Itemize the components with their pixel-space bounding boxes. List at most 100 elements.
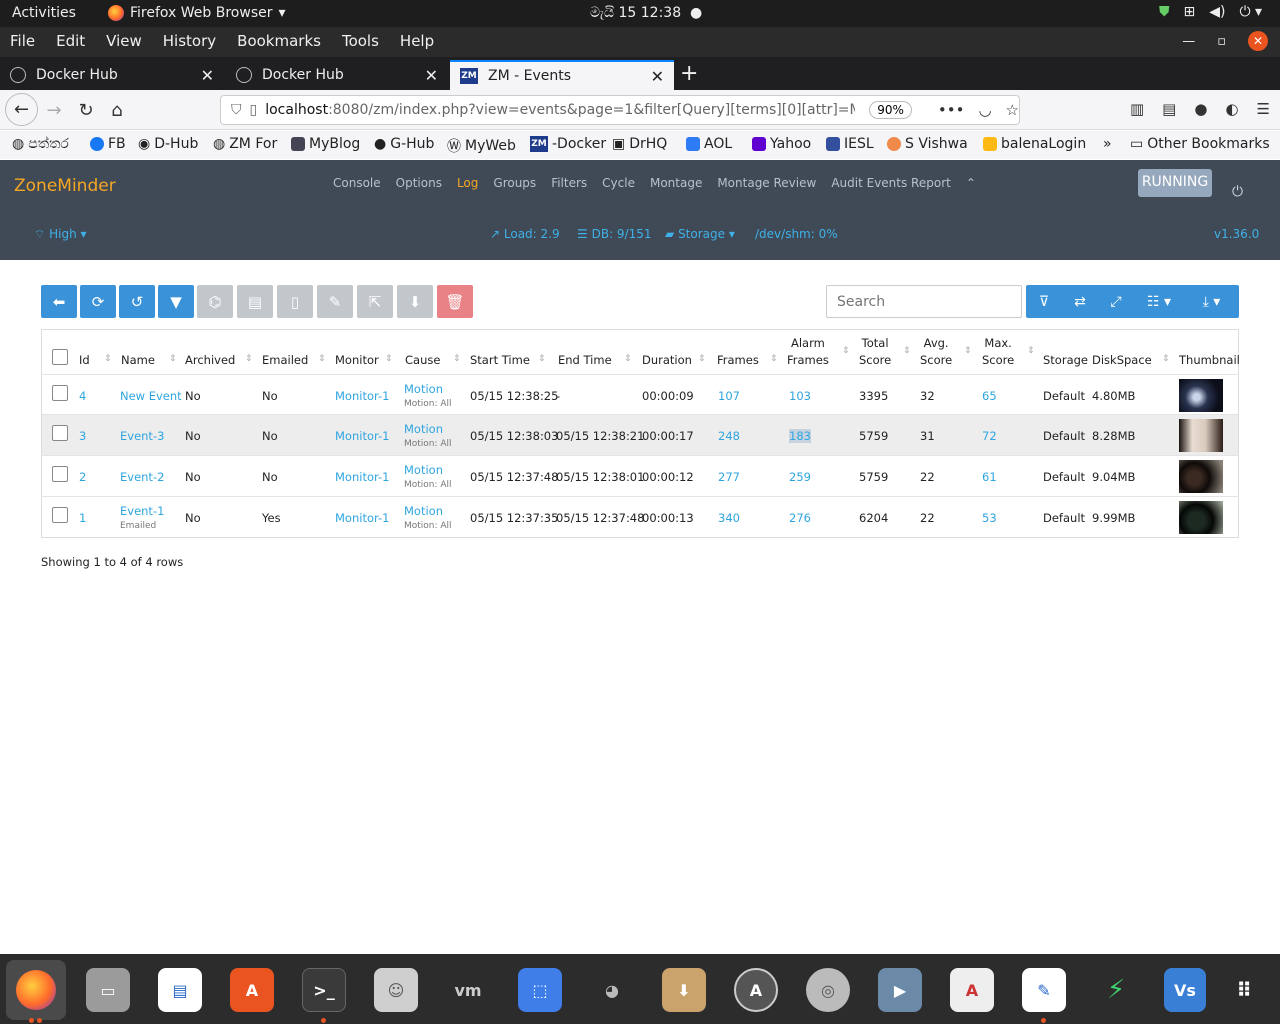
row-checkbox[interactable] [52, 466, 68, 482]
sidebar-icon[interactable]: ▤ [1162, 100, 1176, 118]
close-tab-icon[interactable]: ✕ [201, 66, 214, 85]
col-monitor[interactable]: Monitor [335, 352, 379, 369]
table-row[interactable]: 1 Event-1 Emailed No Yes Monitor-1 Motion… [42, 496, 1238, 537]
bookmark-item[interactable]: ▭ Other Bookmarks [1130, 136, 1270, 152]
zm-brand[interactable]: ZoneMinder [14, 176, 116, 196]
bookmarks-overflow-icon[interactable]: » [1103, 136, 1112, 152]
col-storage[interactable]: Storage [1043, 352, 1088, 369]
menu-history[interactable]: History [163, 32, 216, 50]
bookmark-item[interactable]: ◍ පත්තර [12, 136, 69, 152]
forward-icon[interactable]: → [40, 96, 68, 124]
sort-icon[interactable]: ⇕ [903, 346, 911, 356]
activities-button[interactable]: Activities [12, 5, 76, 21]
search-input[interactable] [826, 285, 1022, 318]
sort-icon[interactable]: ⇕ [624, 354, 632, 364]
timeline-button[interactable]: ↺ [119, 285, 155, 318]
event-monitor[interactable]: Monitor-1 [335, 429, 389, 443]
event-id[interactable]: 1 [79, 511, 86, 525]
bookmark-item[interactable]: MyBlog [291, 136, 360, 152]
app-menu[interactable]: Firefox Web Browser ▾ [108, 5, 286, 21]
back-icon[interactable]: ← [5, 93, 38, 126]
back-button[interactable]: ⬅ [41, 285, 77, 318]
auto-refresh-button[interactable]: ⇄ [1062, 285, 1098, 318]
appstore-icon[interactable]: A [734, 968, 778, 1012]
nav-filters[interactable]: Filters [551, 176, 587, 190]
close-window-icon[interactable]: ✕ [1248, 31, 1268, 51]
vmware-icon[interactable]: vm [446, 968, 490, 1012]
fullscreen-button[interactable]: ⤢ [1098, 285, 1134, 318]
bookmark-item[interactable]: balenaLogin [983, 136, 1086, 152]
col-frames[interactable]: Frames [717, 352, 759, 369]
event-monitor[interactable]: Monitor-1 [335, 470, 389, 484]
nav-console[interactable]: Console [333, 176, 381, 190]
event-alarm-frames[interactable]: 276 [789, 511, 811, 525]
col-name[interactable]: Name [121, 352, 155, 369]
hamburger-menu-icon[interactable]: ☰ [1257, 100, 1270, 118]
run-state-button[interactable]: RUNNING [1138, 169, 1212, 197]
event-id[interactable]: 3 [79, 429, 86, 443]
event-cause[interactable]: Motion Motion: All [404, 382, 452, 409]
new-tab-icon[interactable]: + [680, 61, 698, 86]
refresh-button[interactable]: ⟳ [80, 285, 116, 318]
close-tab-icon[interactable]: ✕ [425, 66, 438, 85]
col-alarm-frames[interactable]: Alarm Frames [787, 335, 829, 369]
event-cause[interactable]: Motion Motion: All [404, 504, 452, 531]
table-row[interactable]: 2 Event-2 No No Monitor-1 Motion Motion: … [42, 455, 1238, 496]
table-row[interactable]: 3 Event-3 No No Monitor-1 Motion Motion: … [42, 414, 1238, 455]
event-max-score[interactable]: 65 [982, 389, 997, 403]
bookmark-item[interactable]: ● G-Hub [374, 136, 434, 152]
event-alarm-frames[interactable]: 259 [789, 470, 811, 484]
archive-manager-icon[interactable]: ⬇ [662, 968, 706, 1012]
sort-icon[interactable]: ⇕ [538, 354, 546, 364]
event-thumbnail[interactable] [1179, 501, 1223, 534]
sort-icon[interactable]: ⇕ [842, 346, 850, 356]
dictionary-icon[interactable]: A [950, 968, 994, 1012]
users-icon[interactable]: ☺ [374, 968, 418, 1012]
files-icon[interactable]: ▭ [86, 968, 130, 1012]
event-alarm-frames[interactable]: 183 [789, 429, 811, 443]
version-label[interactable]: v1.36.0 [1214, 227, 1259, 241]
row-checkbox[interactable] [52, 507, 68, 523]
col-end-time[interactable]: End Time [558, 352, 612, 369]
event-frames[interactable]: 340 [718, 511, 740, 525]
writer-icon[interactable]: ▤ [158, 968, 202, 1012]
chevron-up-icon[interactable]: ⌃ [966, 176, 976, 190]
toggle-button[interactable]: ⊽ [1026, 285, 1062, 318]
text-editor-icon[interactable]: ✎ [1022, 968, 1066, 1012]
event-alarm-frames[interactable]: 103 [789, 389, 811, 403]
archive-button[interactable]: ▤ [237, 285, 273, 318]
row-checkbox[interactable] [52, 425, 68, 441]
view-button[interactable]: ⌬ [197, 285, 233, 318]
event-max-score[interactable]: 61 [982, 470, 997, 484]
library-icon[interactable]: ▥ [1130, 100, 1144, 118]
col-archived[interactable]: Archived [185, 352, 235, 369]
event-id[interactable]: 2 [79, 470, 86, 484]
event-frames[interactable]: 248 [718, 429, 740, 443]
row-checkbox[interactable] [52, 385, 68, 401]
bookmark-item[interactable]: FB [90, 136, 126, 152]
col-diskspace[interactable]: DiskSpace [1092, 352, 1152, 369]
event-thumbnail[interactable] [1179, 379, 1223, 412]
event-max-score[interactable]: 72 [982, 429, 997, 443]
menu-file[interactable]: File [10, 32, 35, 50]
pocket-icon[interactable]: ◡ [978, 101, 991, 119]
tab-docker-hub-1[interactable]: Docker Hub ✕ [0, 60, 224, 90]
home-icon[interactable]: ⌂ [103, 96, 131, 124]
power-icon[interactable]: ⏻ [1232, 184, 1243, 200]
terminal-icon[interactable]: >_ [302, 968, 346, 1012]
col-max-score[interactable]: Max. Score [982, 335, 1014, 369]
event-id[interactable]: 4 [79, 389, 86, 403]
menu-view[interactable]: View [106, 32, 142, 50]
bookmark-item[interactable]: ▣ DrHQ [612, 136, 667, 152]
nav-montage[interactable]: Montage [650, 176, 702, 190]
reload-icon[interactable]: ↻ [72, 96, 100, 124]
col-cause[interactable]: Cause [405, 352, 440, 369]
zoom-level[interactable]: 90% [869, 101, 912, 119]
bookmark-item[interactable]: ZM -Docker [530, 136, 606, 152]
account-icon[interactable]: ● [1194, 100, 1207, 118]
event-cause[interactable]: Motion Motion: All [404, 422, 452, 449]
vscode-icon[interactable]: Vs [1164, 968, 1206, 1012]
col-avg-score[interactable]: Avg. Score [920, 335, 952, 369]
sort-icon[interactable]: ⇕ [698, 354, 706, 364]
minimize-icon[interactable]: — [1182, 34, 1195, 49]
